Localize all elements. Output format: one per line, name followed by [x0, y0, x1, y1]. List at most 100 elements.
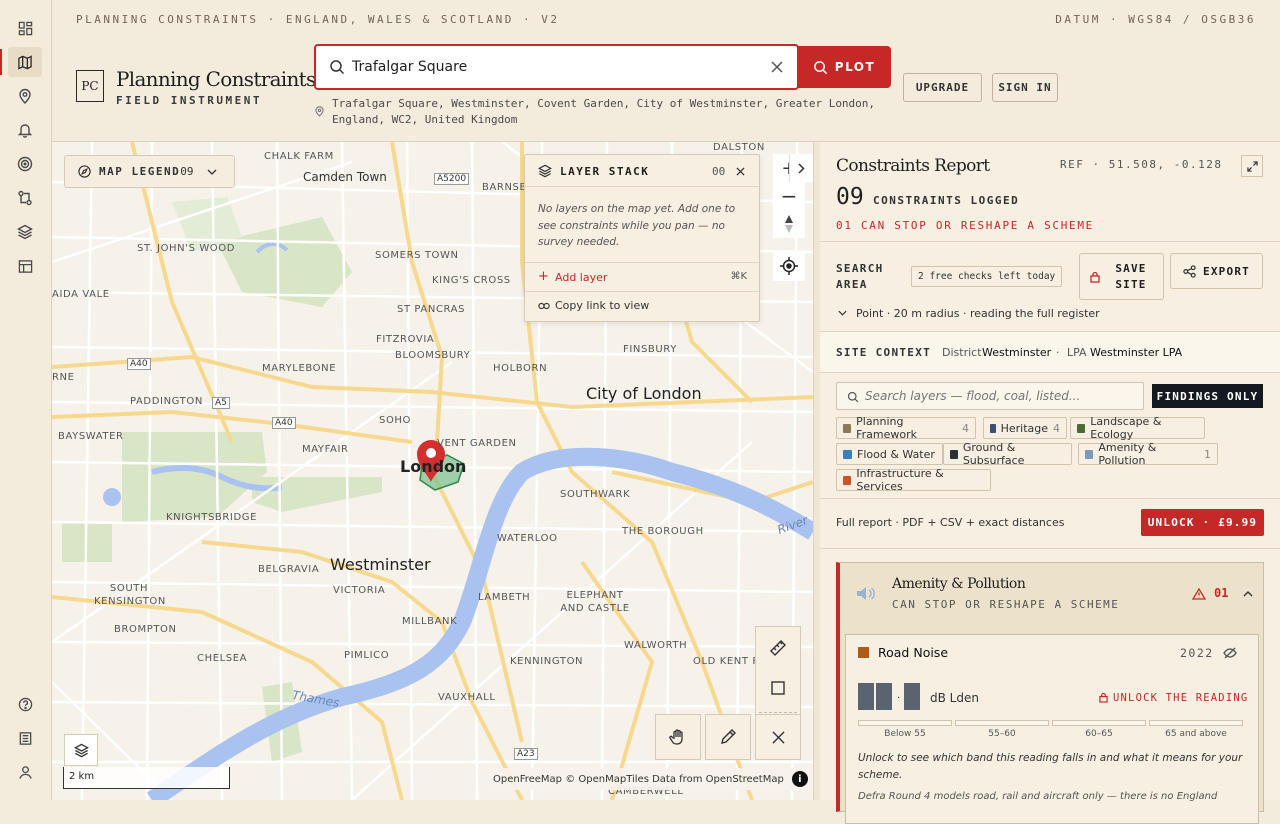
chevron-up-icon — [1243, 591, 1253, 597]
export-label: EXPORT — [1203, 264, 1250, 278]
band-label: 55–60 — [988, 729, 1016, 739]
redacted-digit — [876, 683, 892, 710]
save-site-button[interactable]: SAVE SITE — [1079, 253, 1164, 300]
zoom-out-button[interactable]: − — [773, 182, 805, 210]
map-label: WATERLOO — [497, 533, 558, 544]
layers-icon[interactable] — [8, 217, 42, 247]
panel-toggle-button[interactable] — [789, 154, 813, 182]
unlock-reading-link[interactable]: UNLOCK THE READING — [1113, 692, 1248, 704]
bank-icon[interactable] — [8, 723, 42, 753]
road-shield: A40 — [127, 358, 151, 370]
target-icon[interactable] — [8, 149, 42, 179]
category-chip[interactable]: Flood & Water — [836, 443, 943, 465]
lock-icon — [1090, 271, 1100, 283]
road-noise-card: Road Noise 2022 · dB Lden UNLOCK THE REA… — [845, 634, 1259, 824]
compass-reset-button[interactable] — [773, 210, 805, 238]
layer-stack-title: LAYER STACK — [560, 165, 650, 178]
add-layer-shortcut: ⌘K — [730, 271, 747, 282]
amenity-section-header[interactable]: Amenity & Pollution CAN STOP OR RESHAPE … — [840, 563, 1264, 626]
map-label: BLOOMSBURY — [395, 350, 471, 361]
map-legend-button[interactable]: MAP LEGEND 09 — [64, 155, 235, 188]
info-icon[interactable]: i — [791, 771, 808, 787]
datum-label: DATUM · WGS84 / OSGB36 — [1055, 13, 1256, 26]
redacted-digit — [858, 683, 874, 710]
map-label: ELEPHANT AND CASTLE — [560, 590, 630, 614]
amenity-section: Amenity & Pollution CAN STOP OR RESHAPE … — [836, 562, 1264, 824]
road-shield: A5200 — [434, 173, 470, 185]
unlock-report-button[interactable]: UNLOCK · £9.99 — [1141, 509, 1264, 536]
save-site-label: SAVE SITE — [1115, 262, 1147, 291]
help-icon[interactable] — [8, 689, 42, 719]
pan-button[interactable] — [655, 714, 701, 760]
upgrade-button[interactable]: UPGRADE — [903, 73, 982, 102]
close-icon[interactable] — [736, 167, 745, 176]
map-label: SOUTH KENSINGTON — [94, 583, 166, 607]
layers-icon — [73, 743, 89, 757]
export-button[interactable]: EXPORT — [1170, 253, 1263, 289]
draw-pen-button[interactable] — [705, 714, 751, 760]
map-label: VICTORIA — [333, 585, 386, 596]
locate-button[interactable] — [773, 251, 805, 281]
map-icon[interactable] — [0, 47, 42, 77]
site-context-label: SITE CONTEXT — [836, 346, 932, 359]
category-chip[interactable]: Heritage 4 — [983, 417, 1067, 439]
category-chip[interactable]: Planning Framework 4 — [836, 415, 976, 441]
north-arrow-icon — [785, 215, 793, 233]
sign-in-button[interactable]: SIGN IN — [992, 73, 1058, 102]
chevron-down-icon — [208, 169, 217, 175]
constraints-count: 09 — [836, 184, 864, 210]
measure-button[interactable] — [755, 632, 801, 664]
map-label: KENNINGTON — [510, 656, 584, 667]
lpa-value: Westminster LPA — [1090, 346, 1183, 359]
road-noise-year: 2022 — [1180, 646, 1214, 660]
road-shield: A40 — [272, 417, 296, 429]
map-label: PADDINGTON — [130, 396, 203, 407]
panel-resize-handle[interactable] — [813, 142, 820, 800]
chevron-down-icon[interactable] — [838, 310, 847, 316]
copy-link-button[interactable]: Copy link to view — [525, 292, 759, 320]
free-checks-badge: 2 free checks left today — [911, 266, 1063, 287]
map-label: Westminster — [330, 555, 431, 574]
clear-drawing-button[interactable] — [755, 714, 801, 760]
map-canvas[interactable]: CHALK FARM Camden Town DALSTON BARNSBURY… — [52, 142, 813, 800]
category-label: Infrastructure & Services — [856, 467, 944, 493]
compare-icon[interactable] — [8, 183, 42, 213]
category-icon — [843, 449, 852, 459]
table-icon[interactable] — [8, 251, 42, 281]
category-chip[interactable]: Landscape & Ecology — [1070, 415, 1205, 441]
map-label: SOHO — [379, 415, 412, 426]
search-box[interactable] — [314, 44, 799, 90]
findings-only-toggle[interactable]: FINDINGS ONLY — [1152, 384, 1263, 408]
full-report-text: Full report · PDF + CSV + exact distance… — [836, 516, 1065, 529]
category-chip[interactable]: Infrastructure & Services — [836, 467, 991, 493]
map-label: SOMERS TOWN — [375, 250, 459, 261]
add-layer-button[interactable]: + Add layer ⌘K — [525, 263, 759, 291]
constraints-count-label: CONSTRAINTS LOGGED — [873, 194, 1020, 207]
layer-filter-input[interactable] — [865, 389, 1135, 403]
eye-off-icon[interactable] — [1223, 647, 1237, 659]
basemap-layers-button[interactable] — [64, 734, 98, 766]
expand-button[interactable] — [1241, 155, 1263, 177]
user-icon[interactable] — [8, 757, 42, 787]
layer-stack-panel: LAYER STACK 00 No layers on the map yet.… — [524, 154, 760, 322]
bell-icon[interactable] — [8, 115, 42, 145]
share-icon — [1183, 264, 1196, 278]
copy-link-label: Copy link to view — [555, 299, 650, 312]
category-chip[interactable]: Amenity & Pollution 1 — [1078, 441, 1218, 467]
dashboard-icon[interactable] — [8, 13, 42, 43]
category-icon — [1085, 449, 1094, 459]
plot-button[interactable]: PLOT — [797, 46, 891, 88]
clear-icon[interactable] — [770, 60, 784, 74]
search-radius-text: Point · 20 m radius · reading the full r… — [856, 307, 1100, 320]
map-label: CHALK FARM — [264, 151, 334, 162]
speaker-icon — [857, 587, 875, 600]
layer-filter-box[interactable] — [836, 382, 1144, 410]
search-icon — [813, 60, 827, 74]
category-chip[interactable]: Ground & Subsurface — [943, 441, 1072, 467]
reading-unit: dB Lden — [930, 691, 979, 705]
map-label: ST. JOHN'S WOOD — [137, 243, 236, 254]
search-input[interactable] — [352, 57, 752, 77]
draw-rectangle-button[interactable] — [755, 672, 801, 704]
location-pin-icon[interactable] — [8, 81, 42, 111]
map-label: HOLBORN — [493, 363, 548, 374]
